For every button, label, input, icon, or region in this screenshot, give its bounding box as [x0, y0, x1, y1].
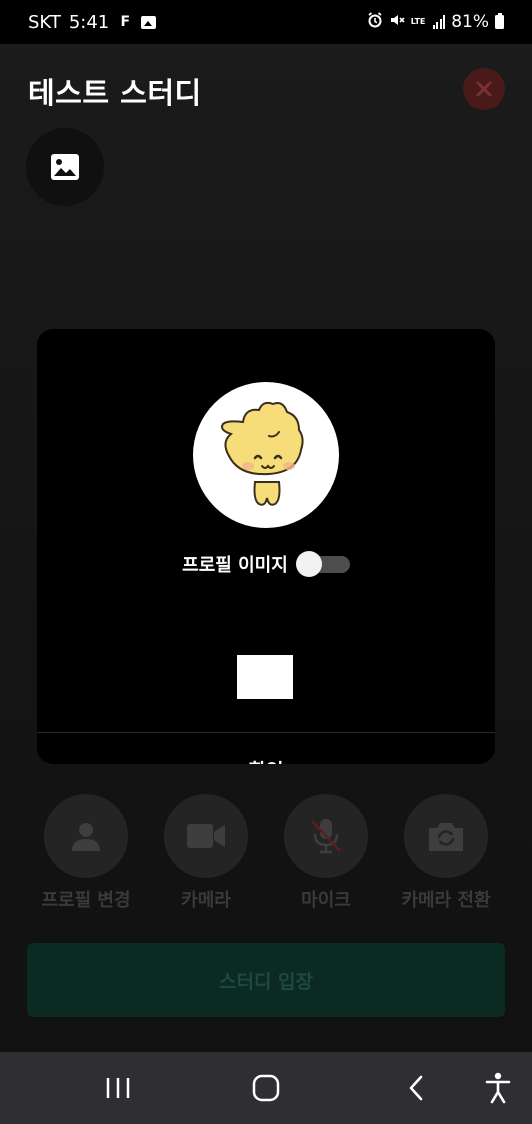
home-button[interactable]: [226, 1052, 306, 1124]
camera-switch-icon: [429, 823, 463, 851]
switch-camera-label: 카메라 전환: [401, 890, 491, 911]
enter-study-button[interactable]: 스터디 입장: [27, 943, 505, 1017]
media-controls: 프로필 변경 카메라 마이크 카메라 전환: [0, 794, 532, 914]
camera-label: 카메라: [181, 890, 231, 911]
gallery-notification-icon: [141, 15, 157, 29]
accessibility-icon: [485, 1072, 511, 1104]
mute-icon: [389, 12, 405, 33]
background-image-button[interactable]: [26, 128, 104, 206]
profile-avatar: [193, 382, 339, 528]
mic-button[interactable]: [284, 794, 368, 878]
mic-control[interactable]: 마이크: [266, 794, 386, 912]
toggle-knob: [295, 551, 322, 577]
switch-camera-control[interactable]: 카메라 전환: [386, 794, 506, 912]
clock: 5:41: [68, 11, 110, 33]
profile-image-label: 프로필 이미지: [182, 555, 288, 576]
recent-apps-button[interactable]: [78, 1052, 158, 1124]
notification-f-icon: F: [120, 14, 131, 30]
back-button[interactable]: [376, 1052, 456, 1124]
video-camera-icon: [187, 824, 225, 848]
recent-apps-icon: [106, 1078, 130, 1098]
blank-preview-box: [237, 655, 293, 699]
camera-control[interactable]: 카메라: [146, 794, 266, 912]
mic-off-icon: [311, 819, 341, 854]
change-profile-button[interactable]: [44, 794, 128, 878]
mic-label: 마이크: [301, 890, 351, 911]
status-bar: SKT 5:41 F LTE 81%: [0, 0, 532, 44]
change-profile-label: 프로필 변경: [41, 890, 131, 911]
battery-icon: [495, 13, 504, 29]
study-room-screen: 테스트 스터디 프로필 이미지 프로필 변경 카메라 마이크 카메라 전환 스터…: [0, 44, 532, 1052]
camera-button[interactable]: [164, 794, 248, 878]
lte-label: LTE: [410, 17, 426, 26]
change-profile-control[interactable]: 프로필 변경: [26, 794, 146, 912]
image-icon: [51, 154, 79, 180]
alarm-icon: [367, 11, 383, 33]
battery-percent: 81%: [451, 12, 489, 32]
system-navigation-bar: [0, 1052, 532, 1124]
confirm-button[interactable]: 확인: [37, 733, 495, 764]
home-icon: [252, 1074, 280, 1102]
carrier-label: SKT: [28, 11, 61, 33]
accessibility-button[interactable]: [458, 1052, 532, 1124]
back-icon: [409, 1075, 423, 1101]
person-icon: [72, 823, 100, 851]
close-icon: [476, 81, 492, 97]
profile-image-dialog: 프로필 이미지 확인: [37, 329, 495, 764]
character-illustration: [221, 401, 304, 506]
signal-icon: [432, 15, 446, 29]
page-title: 테스트 스터디: [28, 76, 202, 110]
close-button[interactable]: [463, 68, 505, 110]
profile-image-toggle-row: 프로필 이미지: [37, 547, 495, 581]
switch-camera-button[interactable]: [404, 794, 488, 878]
profile-image-toggle[interactable]: [295, 551, 350, 577]
